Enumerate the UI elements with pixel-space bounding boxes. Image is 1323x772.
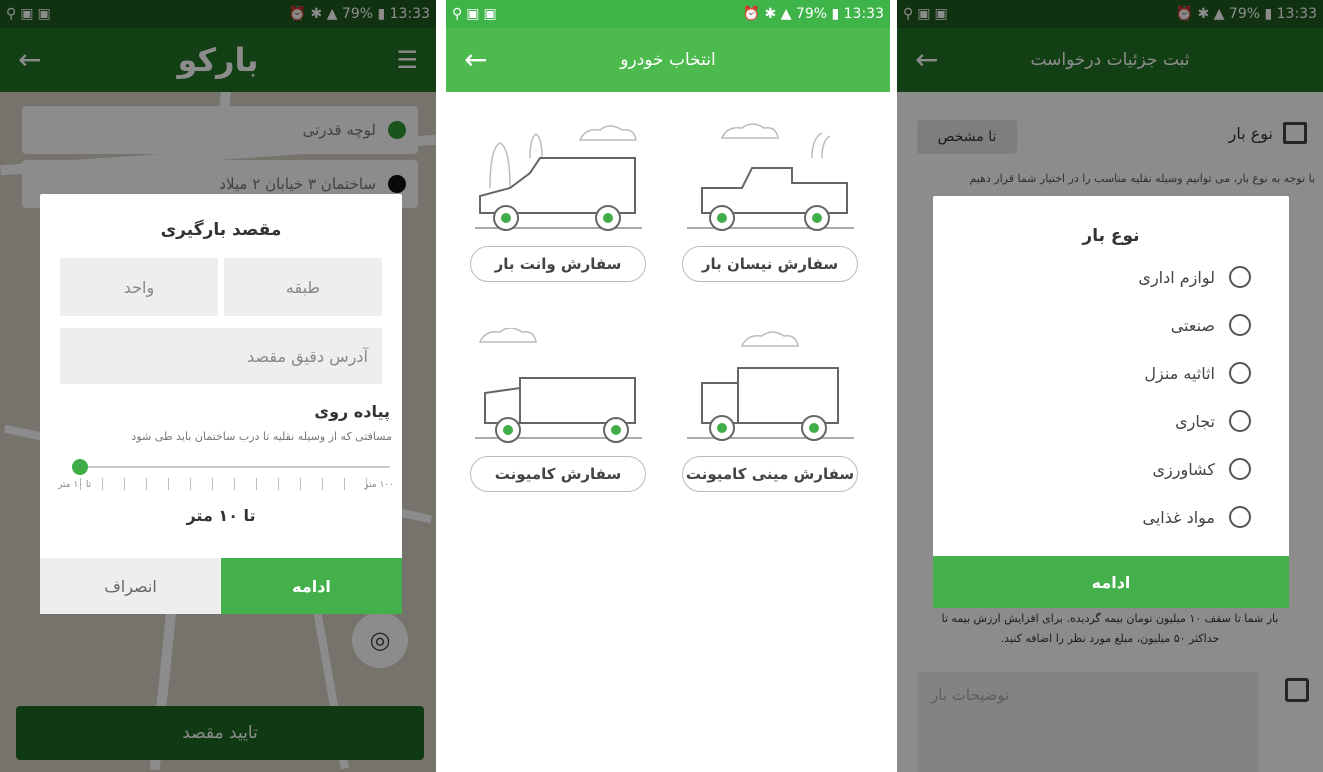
- radio-button[interactable]: [1229, 410, 1251, 432]
- radio-button[interactable]: [1229, 506, 1251, 528]
- radio-button[interactable]: [1229, 458, 1251, 480]
- option-food[interactable]: مواد غذایی: [1142, 502, 1251, 532]
- slider-ticks: [80, 478, 382, 490]
- back-arrow-icon[interactable]: ←: [464, 46, 487, 74]
- walk-description: مسافتی که از وسیله نقلیه تا درب ساختمان …: [131, 430, 392, 443]
- distance-slider-thumb[interactable]: [72, 459, 88, 475]
- walk-title: پیاده روی: [314, 402, 390, 421]
- cancel-button[interactable]: انصراف: [40, 558, 221, 614]
- option-label: تجاری: [1175, 411, 1215, 431]
- address-input[interactable]: آدرس دقیق مقصد: [60, 328, 382, 384]
- option-label: لوازم اداری: [1138, 267, 1215, 287]
- tick-min-label: تا ۱۰ متر: [58, 480, 92, 490]
- option-furniture[interactable]: اثاثیه منزل: [1144, 358, 1251, 388]
- floor-input[interactable]: طبقه: [224, 258, 382, 316]
- dialog-title: نوع بار: [1082, 226, 1140, 246]
- page-title: انتخاب خودرو: [620, 50, 716, 70]
- vehicle-card-mini-truck[interactable]: سفارش مینی کامیونت: [682, 328, 858, 498]
- continue-button[interactable]: ادامه: [933, 556, 1289, 608]
- radio-button[interactable]: [1229, 266, 1251, 288]
- battery-level: 79%: [795, 6, 828, 22]
- vehicle-select-screen: ⚲▣▣ ⏰ ✱ ▲ 79% ▮ 13:33 ← انتخاب خودرو سفا…: [446, 0, 890, 772]
- destination-dialog: مقصد بارگیری واحد طبقه آدرس دقیق مقصد پی…: [40, 194, 402, 614]
- unit-input[interactable]: واحد: [60, 258, 218, 316]
- vehicle-label: سفارش نیسان بار: [682, 246, 858, 282]
- tick-max-label: ۱۰۰ متر: [364, 480, 394, 490]
- status-bar: ⚲▣▣ ⏰ ✱ ▲ 79% ▮ 13:33: [446, 0, 890, 28]
- app-bar: ← انتخاب خودرو: [446, 28, 890, 92]
- vehicle-card-truck[interactable]: سفارش کامیونت: [470, 328, 646, 498]
- option-commercial[interactable]: تجاری: [1175, 406, 1251, 436]
- option-agricultural[interactable]: کشاورزی: [1153, 454, 1251, 484]
- option-office[interactable]: لوازم اداری: [1138, 262, 1251, 292]
- distance-slider-track[interactable]: [74, 466, 390, 468]
- vehicle-label: سفارش وانت بار: [470, 246, 646, 282]
- destination-screen: ⚲▣▣ ⏰ ✱ ▲ 79% ▮ 13:33 ← بارکو ☰ لوچه قدر…: [0, 0, 436, 772]
- radio-button[interactable]: [1229, 362, 1251, 384]
- vehicle-card-van[interactable]: سفارش وانت بار: [470, 118, 646, 288]
- radio-button[interactable]: [1229, 314, 1251, 336]
- distance-value: تا ۱۰ متر: [186, 506, 256, 525]
- option-label: اثاثیه منزل: [1144, 363, 1215, 383]
- option-industrial[interactable]: صنعتی: [1171, 310, 1251, 340]
- vehicle-card-nissan[interactable]: سفارش نیسان بار: [682, 118, 858, 288]
- request-details-screen: ⚲▣▣ ⏰ ✱ ▲ 79% ▮ 13:33 ← ثبت جزئیات درخوا…: [897, 0, 1323, 772]
- continue-button[interactable]: ادامه: [221, 558, 402, 614]
- option-label: کشاورزی: [1152, 459, 1215, 479]
- dialog-title: مقصد بارگیری: [160, 220, 282, 240]
- cargo-type-dialog: نوع بار لوازم اداری صنعتی اثاثیه منزل تج…: [933, 196, 1289, 608]
- vehicle-label: سفارش مینی کامیونت: [682, 456, 858, 492]
- option-label: صنعتی: [1170, 315, 1215, 335]
- option-label: مواد غذایی: [1142, 507, 1216, 527]
- van-icon: [475, 125, 642, 231]
- pickup-truck-icon: [687, 123, 854, 231]
- truck-icon: [475, 328, 642, 443]
- mini-truck-icon: [687, 331, 854, 441]
- clock: 13:33: [843, 6, 884, 22]
- vehicle-label: سفارش کامیونت: [470, 456, 646, 492]
